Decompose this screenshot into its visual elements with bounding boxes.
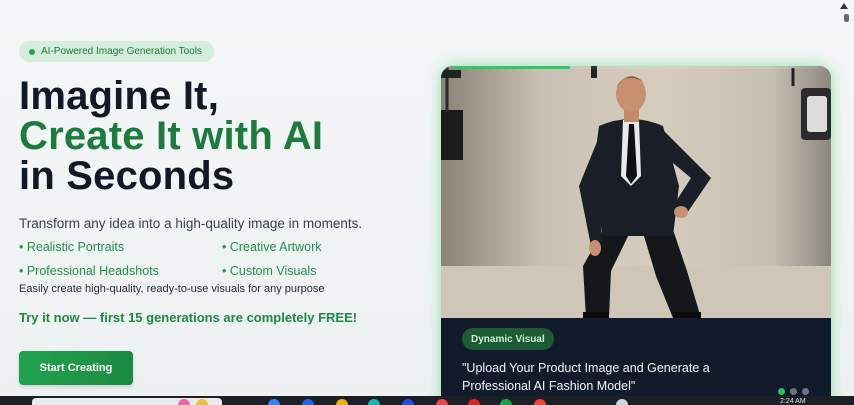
- taskbar-tray-icon[interactable]: [616, 399, 628, 405]
- taskbar-clock[interactable]: 2:24 AM: [780, 398, 806, 405]
- slide-progress-bar: [453, 66, 570, 69]
- showcase-card: Dynamic Visual "Upload Your Product Imag…: [441, 66, 831, 405]
- badge: AI-Powered Image Generation Tools: [19, 41, 215, 62]
- carousel-dot-1[interactable]: [778, 388, 785, 395]
- studio-light-left-icon: [441, 66, 463, 160]
- taskbar-app-icon[interactable]: [268, 399, 280, 405]
- fashion-model-illustration: [441, 66, 831, 318]
- feature-custom-visuals: • Custom Visuals: [222, 264, 317, 278]
- showcase-image-ai-fashion-model: [441, 66, 831, 318]
- taskbar-app-icon-3[interactable]: [402, 399, 414, 405]
- dynamic-visual-chip: Dynamic Visual: [462, 328, 554, 350]
- taskbar-app-icon-2[interactable]: [368, 399, 380, 405]
- showcase-quote: "Upload Your Product Image and Generate …: [462, 361, 710, 393]
- taskbar-folder-icon[interactable]: [196, 399, 208, 405]
- taskbar-app-icon-5[interactable]: [534, 399, 546, 405]
- badge-label: AI-Powered Image Generation Tools: [41, 46, 203, 57]
- feature-realistic-portraits: • Realistic Portraits: [19, 240, 125, 254]
- taskbar-app-icon-4[interactable]: [500, 399, 512, 405]
- slide-progress-track: [441, 66, 831, 69]
- taskbar-chrome-icon[interactable]: [436, 399, 448, 405]
- carousel-dot-3[interactable]: [802, 388, 809, 395]
- studio-light-right-icon: [791, 68, 831, 140]
- free-generations-promo: Try it now — first 15 generations are co…: [19, 310, 358, 325]
- scrollbar-thumb[interactable]: [844, 14, 849, 22]
- hero-subtitle: Transform any idea into a high-quality i…: [19, 216, 363, 231]
- start-creating-button[interactable]: Start Creating: [19, 351, 133, 385]
- feature-creative-artwork: • Creative Artwork: [222, 240, 322, 254]
- carousel-dot-2[interactable]: [790, 388, 797, 395]
- taskbar-browser-icon[interactable]: [302, 399, 314, 405]
- hero-title: Imagine It, Create It with AI in Seconds: [19, 76, 323, 196]
- taskbar-widget-icon[interactable]: [178, 399, 190, 405]
- scroll-up-arrow-icon[interactable]: [840, 3, 848, 9]
- tagline: Easily create high-quality, ready-to-use…: [19, 283, 325, 295]
- hero-line-1: Imagine It,: [19, 74, 220, 118]
- taskbar-chrome-icon-2[interactable]: [468, 399, 480, 405]
- taskbar: [0, 396, 854, 405]
- taskbar-search-box[interactable]: [32, 398, 222, 405]
- hero-line-3: in Seconds: [19, 154, 235, 198]
- taskbar-explorer-icon[interactable]: [336, 399, 348, 405]
- carousel-dots: [778, 388, 809, 395]
- hero-line-2: Create It with AI: [19, 114, 324, 158]
- feature-professional-headshots: • Professional Headshots: [19, 264, 159, 278]
- badge-dot-icon: [29, 48, 35, 55]
